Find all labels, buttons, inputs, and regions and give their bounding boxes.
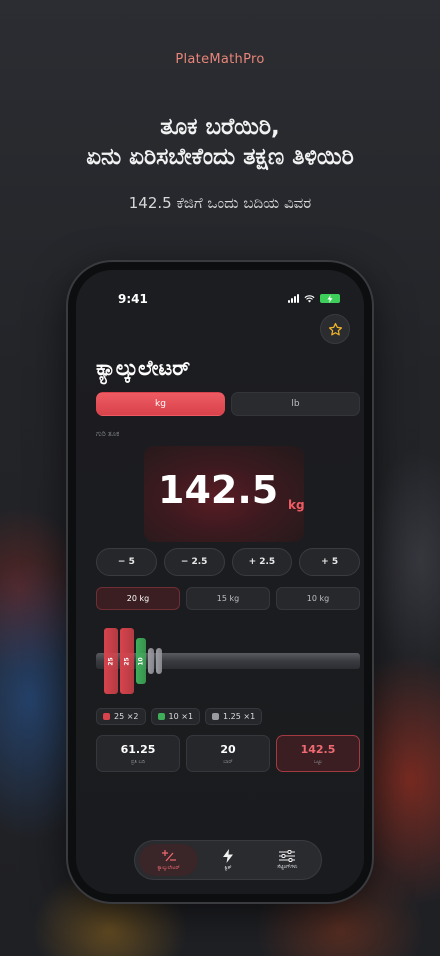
stat-value: 142.5 — [300, 742, 336, 756]
favorite-button[interactable] — [320, 314, 350, 344]
minus-5-button[interactable]: − 5 — [96, 548, 157, 576]
stat-value: 20 — [220, 742, 236, 756]
status-time: 9:41 — [118, 292, 148, 306]
stat-label: ಪ್ರತಿ ಬದಿ — [130, 758, 146, 765]
plate-25-a: 25 — [104, 628, 118, 694]
stat-total: 142.5 ಒಟ್ಟು — [276, 735, 360, 772]
barbell-visual: 25 25 10 — [96, 626, 360, 696]
signal-icon — [288, 294, 299, 303]
stat-per-side: 61.25 ಪ್ರತಿ ಬದಿ — [96, 735, 180, 772]
unit-kg-button[interactable]: kg — [96, 392, 225, 416]
target-weight-value: 142.5 — [158, 468, 279, 512]
tab-bar: ಕ್ಯಾಲ್ಕುಲೇಟರ್ ಕ್ವಿಕ್ ಸೆಟ್ಟಿಂಗ್‌ಗಳು — [134, 840, 322, 880]
legend-chip-25: 25 ×2 — [96, 708, 146, 725]
plus-minus-icon — [161, 850, 176, 862]
star-icon — [328, 322, 342, 335]
step-buttons: − 5 − 2.5 + 2.5 + 5 — [96, 548, 360, 576]
summary-stats: 61.25 ಪ್ರತಿ ಬದಿ 20 ಬಾರ್ 142.5 ಒಟ್ಟು — [96, 735, 360, 772]
tab-label: ಕ್ವಿಕ್ — [224, 865, 232, 871]
stat-value: 61.25 — [120, 742, 156, 756]
status-icons — [288, 294, 340, 303]
legend-dot — [212, 713, 220, 720]
sliders-icon — [279, 850, 296, 862]
battery-icon — [320, 294, 340, 303]
plate-10: 10 — [136, 638, 146, 684]
subline: 142.5 ಕೆಜಿಗೆ ಒಂದು ಬದಿಯ ವಿವರ — [128, 194, 312, 212]
unit-lb-button[interactable]: lb — [231, 392, 360, 416]
plate-1-25 — [148, 648, 154, 674]
legend-chip-10: 10 ×1 — [150, 708, 201, 725]
legend-dot — [157, 713, 165, 720]
bar-20kg-button[interactable]: 20 kg — [96, 587, 180, 610]
target-weight-unit: kg — [288, 498, 305, 512]
target-weight-label: ಗುರಿ ತೂಕ — [96, 430, 120, 438]
plate-25-b: 25 — [120, 628, 134, 694]
tab-label: ಕ್ಯಾಲ್ಕುಲೇಟರ್ — [157, 865, 180, 871]
phone-screen: 9:41 ಕ್ಯಾಲ್ಕುಲೇಟರ್ kg lb ಗುರಿ ತೂಕ 142.5 … — [76, 270, 364, 894]
minus-2-5-button[interactable]: − 2.5 — [163, 548, 225, 576]
tab-calculator[interactable]: ಕ್ಯಾಲ್ಕುಲೇಟರ್ — [139, 844, 199, 876]
bar-15kg-button[interactable]: 15 kg — [186, 587, 270, 610]
brand-name: PlateMathPro — [175, 52, 265, 67]
legend-chip-1-25: 1.25 ×1 — [205, 708, 263, 725]
bar-10kg-button[interactable]: 10 kg — [276, 587, 360, 610]
wifi-icon — [304, 294, 315, 303]
tab-quick[interactable]: ಕ್ವಿಕ್ — [198, 844, 257, 876]
headline: ತೂಕ ಬರೆಯಿರಿ, ಏನು ಏರಿಸಬೇಕೆಂದು ತಕ್ಷಣ ತಿಳಿಯ… — [0, 112, 440, 172]
phone-frame: 9:41 ಕ್ಯಾಲ್ಕುಲೇಟರ್ kg lb ಗುರಿ ತೂಕ 142.5 … — [68, 262, 372, 902]
plate-legend: 25 ×2 10 ×1 1.25 ×1 — [96, 708, 263, 725]
legend-dot — [103, 713, 110, 720]
lightning-icon — [222, 849, 233, 863]
plus-5-button[interactable]: + 5 — [299, 548, 360, 576]
collar — [156, 648, 162, 674]
headline-line-1: ತೂಕ ಬರೆಯಿರಿ, — [160, 114, 280, 140]
headline-line-2: ಏನು ಏರಿಸಬೇಕೆಂದು ತಕ್ಷಣ ತಿಳಿಯಿರಿ — [86, 144, 354, 170]
stat-bar: 20 ಬಾರ್ — [186, 735, 270, 772]
stat-label: ಒಟ್ಟು — [313, 758, 323, 765]
tab-settings[interactable]: ಸೆಟ್ಟಿಂಗ್‌ಗಳು — [258, 844, 317, 876]
unit-toggle: kg lb — [96, 392, 360, 416]
stat-label: ಬಾರ್ — [223, 758, 233, 765]
plus-2-5-button[interactable]: + 2.5 — [231, 548, 293, 576]
page-title: ಕ್ಯಾಲ್ಕುಲೇಟರ್ — [96, 356, 191, 380]
bar-weight-selector: 20 kg 15 kg 10 kg — [96, 587, 360, 610]
tab-label: ಸೆಟ್ಟಿಂಗ್‌ಗಳು — [277, 864, 298, 870]
